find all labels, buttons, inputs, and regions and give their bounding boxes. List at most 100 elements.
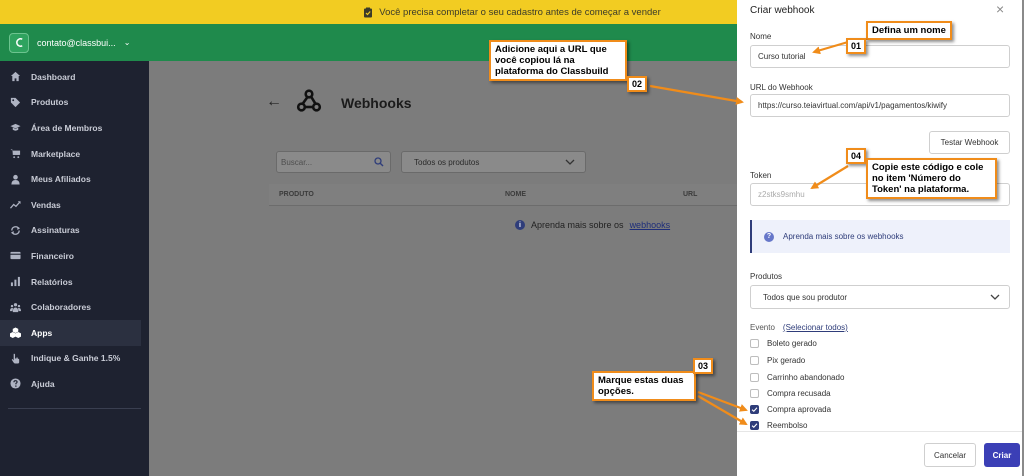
sidebar-item-label: Indique & Ganhe 1.5% [31,353,121,364]
bar-chart-icon [10,276,20,287]
wallet-icon [10,252,21,260]
callout-03: Marque estas duas opções. [592,371,696,401]
column-header-nome: NOME [505,191,526,198]
users-icon [10,302,21,312]
sidebar-item-colaboradores[interactable]: Colaboradores [0,294,149,320]
close-icon[interactable]: × [996,1,1004,17]
create-button[interactable]: Criar [984,443,1020,467]
checkbox-checked[interactable] [750,405,759,414]
product-filter-value: Todos os produtos [414,157,480,167]
products-select[interactable]: Todos que sou produtor [750,285,1010,309]
tag-icon [10,97,21,107]
product-filter-select[interactable]: Todos os produtos [401,151,586,173]
callout-01: Defina um nome [866,21,952,40]
info-box-text[interactable]: Aprenda mais sobre os webhooks [783,232,904,241]
sidebar-item-financeiro[interactable]: Financeiro [0,243,149,269]
sidebar-item-relatorios[interactable]: Relatórios [0,269,149,295]
sidebar-item-label: Área de Membros [31,122,103,133]
event-checkbox-pix-gerado[interactable]: Pix gerado [750,356,805,365]
products-label: Produtos [750,272,783,281]
select-all-link[interactable]: (Selecionar todos) [783,323,848,332]
checkbox-checked[interactable] [750,421,759,430]
sidebar-item-label: Colaboradores [31,302,91,313]
webhooks-table-header: PRODUTO NOME URL [269,184,737,206]
chevron-down-icon [565,159,575,165]
cart-icon [10,149,21,159]
products-select-value: Todos que sou produtor [763,292,848,302]
refresh-icon [10,226,21,235]
sidebar-item-area-de-membros[interactable]: Área de Membros [0,115,149,141]
main-content: ← Webhooks Buscar... Todos os produtos P… [149,61,737,476]
event-option-label: Pix gerado [767,356,806,365]
clipboard-check-icon [364,7,373,17]
home-icon [10,72,21,82]
webhook-url-label: URL do Webhook [750,83,813,92]
webhooks-docs-link[interactable]: webhooks [630,220,671,230]
checkbox[interactable] [750,389,759,398]
event-option-label: Compra aprovada [767,405,832,414]
webhook-icon [296,89,322,112]
chevron-down-icon [990,294,1000,300]
sidebar-item-apps[interactable]: Apps [0,319,141,346]
sidebar-item-indique-e-ganhe[interactable]: Indique & Ganhe 1.5% [0,346,149,372]
info-icon: ? [764,231,774,242]
sidebar-item-vendas[interactable]: Vendas [0,192,149,218]
event-checkbox-boleto-gerado[interactable]: Boleto gerado [750,339,817,348]
sidebar-item-label: Vendas [31,199,61,210]
sidebar-item-label: Relatórios [31,276,73,287]
sidebar-item-produtos[interactable]: Produtos [0,90,149,116]
sidebar-item-marketplace[interactable]: Marketplace [0,141,149,167]
trend-icon [10,201,21,209]
search-placeholder: Buscar... [281,157,313,167]
search-input[interactable]: Buscar... [276,151,391,173]
column-header-url: URL [683,191,698,198]
event-option-label: Boleto gerado [767,339,817,348]
learn-more-text: Aprenda mais sobre os [531,220,624,230]
callout-04: Copie este código e cole no item 'Número… [866,158,997,199]
sidebar-item-meus-afiliados[interactable]: Meus Afiliados [0,166,149,192]
sidebar-item-assinaturas[interactable]: Assinaturas [0,218,149,244]
sidebar-item-label: Assinaturas [31,225,80,236]
account-switcher[interactable]: contato@classbui... ⌄ [0,24,149,61]
sidebar-item-label: Dashboard [31,71,76,82]
sidebar-nav: Dashboard Produtos Área de Membros Marke… [0,64,149,397]
sidebar-divider [8,408,141,409]
event-checkbox-carrinho-abandonado[interactable]: Carrinho abandonado [750,373,844,382]
help-icon [10,378,21,389]
sidebar-item-ajuda[interactable]: Ajuda [0,371,149,397]
chevron-down-icon: ⌄ [123,38,131,47]
token-label: Token [750,171,772,180]
event-option-label: Reembolso [767,421,808,430]
info-box: ? Aprenda mais sobre os webhooks [750,220,1010,253]
cancel-button[interactable]: Cancelar [924,443,976,467]
back-arrow-icon[interactable]: ← [266,93,282,111]
checkbox[interactable] [750,373,759,382]
event-checkbox-compra-recusada[interactable]: Compra recusada [750,389,831,398]
account-email: contato@classbui... [37,37,116,48]
app-header [149,24,737,61]
webhook-url-input[interactable]: https://curso.teiavirtual.com/api/v1/pag… [750,94,1010,117]
event-option-label: Compra recusada [767,389,831,398]
callout-02: Adicione aqui a URL que você copiou lá n… [489,40,627,81]
event-option-label: Carrinho abandonado [767,373,845,382]
sidebar-item-label: Ajuda [31,378,55,389]
name-input[interactable]: Curso tutorial [750,45,1010,68]
sidebar-item-label: Meus Afiliados [31,174,91,185]
banner-text: Você precisa completar o seu cadastro an… [379,6,661,18]
drawer-title: Criar webhook [750,5,815,16]
create-webhook-drawer: Criar webhook × Nome Curso tutorial URL … [737,0,1022,476]
checkbox[interactable] [750,356,759,365]
event-label: Evento [750,323,775,332]
sidebar-item-dashboard[interactable]: Dashboard [0,64,149,90]
test-webhook-button[interactable]: Testar Webhook [929,131,1010,154]
column-header-produto: PRODUTO [279,191,314,198]
event-checkbox-reembolso[interactable]: Reembolso [750,421,807,430]
hand-pointer-icon [11,353,20,364]
drawer-footer-divider [737,431,1022,432]
event-checkbox-compra-aprovada[interactable]: Compra aprovada [750,405,831,414]
callout-number-04: 04 [846,148,867,164]
callout-number-03: 03 [693,358,714,374]
callout-number-01: 01 [846,38,867,54]
user-icon [11,174,20,185]
checkbox[interactable] [750,339,759,348]
